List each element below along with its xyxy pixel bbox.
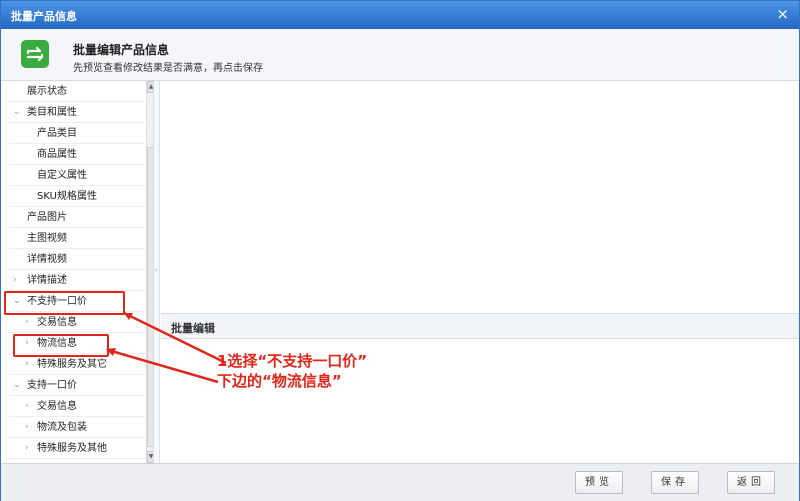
annotation-arrowhead-2 [106,348,116,356]
annotation-line-1: 1选择“不支持一口价” [217,352,368,370]
annotation-arrows [106,311,227,384]
annotation-line-2: 下边的“物流信息” [217,372,342,390]
annotation-text: 1选择“不支持一口价” 下边的“物流信息” [217,351,367,391]
annotation-arrow-1 [123,311,227,365]
annotation-arrow-2 [107,348,219,384]
